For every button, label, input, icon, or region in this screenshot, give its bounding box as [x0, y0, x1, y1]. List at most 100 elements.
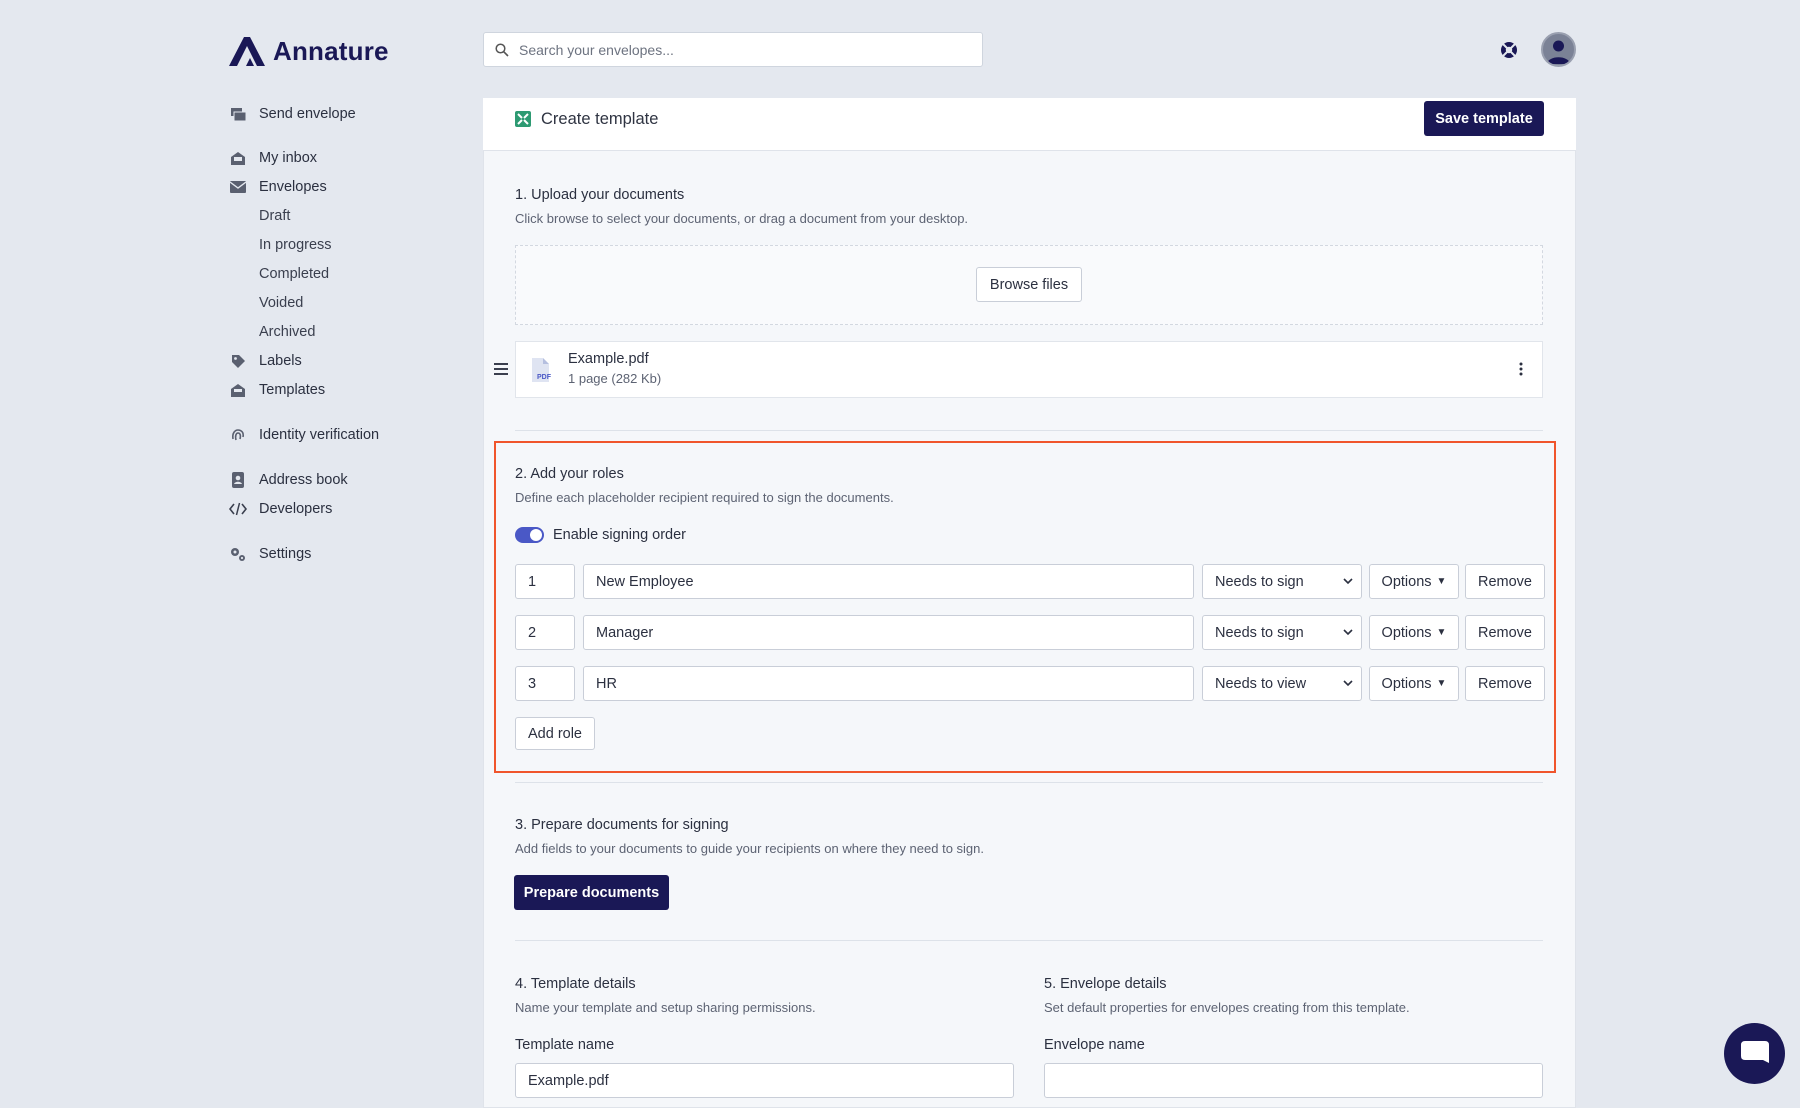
section-upload-desc: Click browse to select your documents, o…: [515, 211, 969, 226]
role-action-select[interactable]: Needs to sign: [1202, 615, 1362, 650]
signing-order-toggle[interactable]: [515, 527, 544, 543]
sidebar-item-my-inbox[interactable]: My inbox: [229, 147, 317, 169]
options-label: Options: [1381, 675, 1432, 692]
svg-text:PDF: PDF: [537, 374, 552, 381]
save-template-button[interactable]: Save template: [1424, 101, 1544, 136]
sidebar-item-label: Labels: [259, 353, 302, 369]
page-title-text: Create template: [541, 109, 659, 128]
sidebar-item-label: My inbox: [259, 150, 318, 166]
help-icon[interactable]: [1499, 40, 1519, 60]
envelope-name-input[interactable]: [1044, 1063, 1543, 1098]
role-order-input[interactable]: 1: [515, 564, 575, 599]
section-prepare-desc: Add fields to your documents to guide yo…: [515, 841, 985, 856]
sidebar-item-completed[interactable]: Completed: [259, 263, 329, 285]
section-divider: [515, 782, 1543, 783]
sidebar-item-label: Settings: [259, 546, 312, 562]
file-card[interactable]: [515, 341, 1543, 398]
sidebar-item-label: Developers: [259, 501, 333, 517]
caret-down-icon: ▼: [1436, 576, 1447, 587]
caret-down-icon: ▼: [1436, 627, 1447, 638]
drag-handle-icon[interactable]: [494, 362, 508, 380]
pdf-file-icon: PDF: [530, 358, 552, 387]
sidebar-item-voided[interactable]: Voided: [259, 292, 303, 314]
sidebar-item-label: Templates: [259, 382, 326, 398]
role-action-select[interactable]: Needs to sign: [1202, 564, 1362, 599]
section-roles-desc: Define each placeholder recipient requir…: [515, 490, 894, 505]
code-icon: [229, 500, 247, 518]
section-roles-title: 2. Add your roles: [515, 466, 624, 482]
section-prepare-title: 3. Prepare documents for signing: [515, 817, 729, 833]
sidebar-item-label: Identity verification: [259, 427, 380, 443]
tag-icon: [229, 352, 247, 370]
sidebar-item-label: Address book: [259, 472, 348, 488]
browse-files-button[interactable]: Browse files: [976, 267, 1082, 302]
send-envelope-icon: [229, 105, 247, 123]
section-template-details-title: 4. Template details: [515, 976, 636, 992]
role-options-button[interactable]: Options ▼: [1369, 564, 1459, 599]
sidebar-item-in-progress[interactable]: In progress: [259, 234, 332, 256]
annature-logo-icon: [229, 37, 265, 66]
template-name-label: Template name: [515, 1037, 615, 1053]
page-title: Create template: [515, 108, 658, 130]
sidebar-item-label: Send envelope: [259, 106, 356, 122]
role-action-select[interactable]: Needs to view: [1202, 666, 1362, 701]
role-name-input[interactable]: Manager: [583, 615, 1194, 650]
prepare-documents-button[interactable]: Prepare documents: [514, 875, 669, 910]
signing-order-label: Enable signing order: [553, 527, 687, 543]
section-envelope-details-title: 5. Envelope details: [1044, 976, 1167, 992]
fingerprint-icon: [229, 426, 247, 444]
caret-down-icon: ▼: [1436, 678, 1447, 689]
options-label: Options: [1381, 624, 1432, 641]
role-action-value: Needs to view: [1215, 675, 1307, 692]
sidebar-item-templates[interactable]: Templates: [229, 379, 325, 401]
envelope-name-label: Envelope name: [1044, 1037, 1145, 1053]
role-order-input[interactable]: 3: [515, 666, 575, 701]
more-options-icon[interactable]: [1518, 361, 1524, 382]
signing-order-toggle-row[interactable]: Enable signing order: [515, 527, 686, 543]
sidebar-item-labels[interactable]: Labels: [229, 350, 302, 372]
role-name-input[interactable]: New Employee: [583, 564, 1194, 599]
user-avatar-icon[interactable]: [1541, 32, 1576, 67]
envelope-icon: [229, 178, 247, 196]
role-remove-button[interactable]: Remove: [1465, 615, 1545, 650]
section-divider: [515, 940, 1543, 941]
role-remove-button[interactable]: Remove: [1465, 666, 1545, 701]
chevron-down-icon: [1343, 629, 1353, 636]
sidebar-item-archived[interactable]: Archived: [259, 321, 315, 343]
section-template-details-desc: Name your template and setup sharing per…: [515, 1000, 816, 1015]
sidebar-item-developers[interactable]: Developers: [229, 498, 332, 520]
sidebar-item-label: Envelopes: [259, 179, 327, 195]
chat-support-button[interactable]: [1724, 1023, 1785, 1084]
template-name-input[interactable]: Example.pdf: [515, 1063, 1014, 1098]
template-icon: [515, 111, 531, 127]
options-label: Options: [1381, 573, 1432, 590]
section-envelope-details-desc: Set default properties for envelopes cre…: [1044, 1000, 1410, 1015]
role-options-button[interactable]: Options ▼: [1369, 666, 1459, 701]
role-order-input[interactable]: 2: [515, 615, 575, 650]
search-bar[interactable]: [483, 32, 983, 67]
templates-icon: [229, 381, 247, 399]
sidebar-item-settings[interactable]: Settings: [229, 543, 311, 565]
role-options-button[interactable]: Options ▼: [1369, 615, 1459, 650]
address-book-icon: [229, 471, 247, 489]
sidebar-item-send-envelope[interactable]: Send envelope: [229, 103, 356, 125]
section-upload-title: 1. Upload your documents: [515, 187, 685, 203]
logo-text: Annature: [273, 35, 389, 66]
inbox-icon: [229, 149, 247, 167]
search-input[interactable]: [519, 41, 982, 58]
gears-icon: [229, 545, 247, 563]
sidebar-item-envelopes[interactable]: Envelopes: [229, 176, 327, 198]
chat-bubble-icon: [1740, 1040, 1769, 1063]
file-meta: 1 page (282 Kb): [568, 371, 662, 386]
logo[interactable]: Annature: [229, 35, 389, 67]
section-divider: [515, 430, 1543, 431]
chevron-down-icon: [1343, 578, 1353, 585]
add-role-button[interactable]: Add role: [515, 717, 595, 750]
sidebar-item-identity-verification[interactable]: Identity verification: [229, 424, 379, 446]
role-name-input[interactable]: HR: [583, 666, 1194, 701]
sidebar-item-draft[interactable]: Draft: [259, 205, 290, 227]
sidebar-item-address-book[interactable]: Address book: [229, 469, 348, 491]
role-action-value: Needs to sign: [1215, 573, 1304, 590]
role-action-value: Needs to sign: [1215, 624, 1304, 641]
role-remove-button[interactable]: Remove: [1465, 564, 1545, 599]
